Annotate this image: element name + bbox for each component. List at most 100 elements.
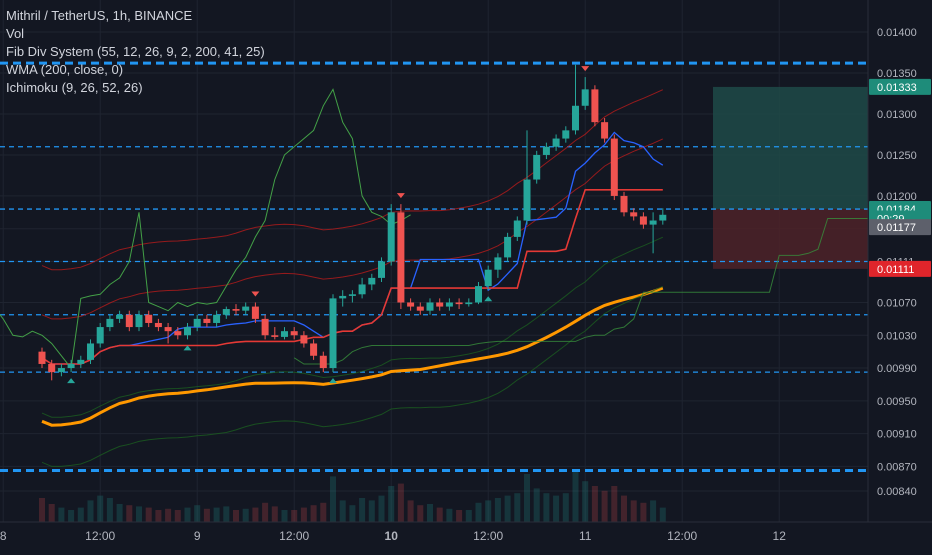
candle-body — [319, 355, 327, 369]
volume-bar — [136, 506, 142, 522]
volume-bar — [378, 495, 385, 522]
volume-bar — [242, 508, 249, 522]
volume-bar — [417, 505, 424, 522]
volume-bar — [591, 486, 598, 522]
volume-bar — [68, 510, 75, 522]
candle-body — [67, 363, 75, 369]
volume-bar — [349, 505, 356, 522]
candle-body — [164, 327, 172, 332]
candle-body — [87, 343, 94, 360]
volume-bar — [145, 507, 152, 522]
candle-body — [581, 89, 589, 106]
volume-bar — [485, 500, 492, 522]
legend-vol[interactable]: Vol — [6, 25, 265, 43]
volume-bar — [271, 506, 278, 522]
symbol-title[interactable]: Mithril / TetherUS, 1h, BINANCE — [6, 7, 265, 25]
volume-bar — [553, 495, 560, 522]
candle-body — [630, 212, 638, 217]
volume-bar — [48, 504, 55, 522]
candle-body — [96, 327, 104, 344]
price-tick-label: 0.01070 — [877, 297, 917, 309]
price-tick-label: 0.00840 — [877, 486, 917, 498]
volume-bar — [388, 486, 395, 522]
candle-body — [572, 105, 579, 131]
volume-bar — [194, 505, 201, 522]
price-tick-label: 0.01250 — [877, 150, 917, 162]
time-tick-label: 12:00 — [667, 529, 697, 543]
legend-wma[interactable]: WMA (200, close, 0) — [6, 61, 265, 79]
volume-bar — [504, 495, 511, 522]
legend: Mithril / TetherUS, 1h, BINANCE Vol Fib … — [6, 7, 265, 97]
volume-bar — [39, 498, 45, 522]
volume-bar — [97, 495, 104, 522]
candle-body — [174, 331, 182, 336]
candle-body — [552, 138, 560, 147]
candle-body — [504, 236, 512, 258]
volume-bar — [456, 510, 463, 522]
legend-ichimoku[interactable]: Ichimoku (9, 26, 52, 26) — [6, 79, 265, 97]
candle-body — [436, 302, 444, 307]
candle-body — [57, 368, 65, 373]
volume-bar — [640, 502, 647, 522]
volume-bar — [465, 510, 472, 522]
time-tick-label: 12:00 — [279, 529, 309, 543]
candle-body — [310, 343, 318, 356]
candle-body — [135, 314, 143, 328]
volume-bar — [436, 507, 443, 522]
position-profit-zone — [713, 86, 868, 210]
candle-body — [397, 212, 405, 303]
volume-bar — [650, 500, 657, 522]
candle-body — [475, 286, 482, 303]
volume-bar — [330, 476, 336, 522]
volume-bar — [87, 500, 94, 522]
candle-body — [77, 359, 85, 364]
candle-body — [329, 298, 337, 369]
volume-bar — [300, 507, 307, 522]
price-tick-label: 0.00990 — [877, 363, 917, 375]
volume-bar — [475, 502, 482, 522]
candle-body — [591, 89, 599, 123]
volume-bar — [320, 502, 327, 522]
volume-bar — [58, 507, 65, 522]
legend-fib-div-system[interactable]: Fib Div System (55, 12, 26, 9, 2, 200, 4… — [6, 43, 265, 61]
price-tick-label: 0.00870 — [877, 461, 917, 473]
candle-body — [358, 284, 366, 295]
volume-bar — [446, 508, 453, 522]
candle-body — [407, 302, 415, 307]
volume-bar — [116, 504, 123, 522]
time-tick-label: 12 — [773, 529, 787, 543]
candle-body — [203, 318, 211, 323]
candle-body — [494, 257, 502, 270]
price-tag-label: 0.01177 — [877, 222, 916, 234]
volume-bar — [213, 507, 220, 522]
candle-body — [242, 306, 250, 311]
candle-body — [620, 195, 628, 213]
candle-body — [222, 309, 230, 315]
price-tick-label: 0.01350 — [877, 68, 917, 80]
price-tag-label: 0.01111 — [877, 264, 914, 276]
candle-body — [145, 314, 153, 323]
volume-bar — [543, 493, 550, 522]
candle-body — [154, 322, 162, 328]
candle-body — [251, 306, 259, 319]
candle-body — [513, 220, 521, 237]
time-tick-label: 10 — [385, 529, 399, 543]
time-tick-label: 12:00 — [473, 529, 503, 543]
candle-body — [300, 335, 308, 344]
candle-body — [387, 212, 395, 262]
volume-bar — [106, 498, 113, 522]
candle-body — [271, 335, 279, 337]
volume-bar — [533, 488, 540, 522]
candle-body — [290, 331, 298, 336]
time-axis — [0, 522, 932, 550]
volume-bar — [562, 493, 569, 522]
volume-bar — [310, 505, 317, 522]
price-tick-label: 0.01300 — [877, 109, 917, 121]
volume-bar — [397, 483, 404, 522]
volume-bar — [611, 486, 618, 522]
candle-body — [106, 318, 114, 328]
candle-body — [48, 363, 56, 373]
candle-body — [484, 269, 492, 287]
volume-bar — [291, 510, 298, 522]
time-tick-label: 8 — [0, 529, 7, 543]
